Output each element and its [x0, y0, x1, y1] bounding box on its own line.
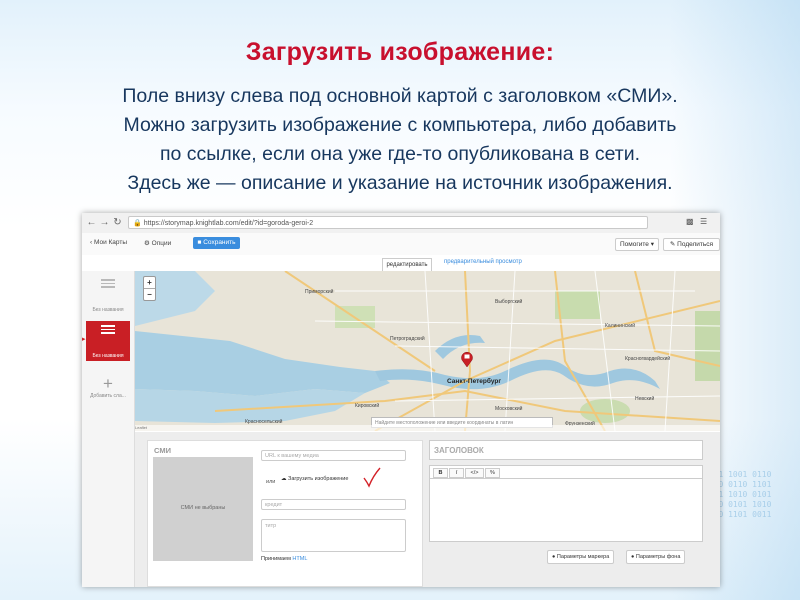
add-slide-label: Добавить сла... — [90, 393, 126, 399]
accepts-prefix: Принимаем — [261, 556, 291, 562]
media-preview-text: СМИ не выбраны — [180, 505, 226, 511]
options-button[interactable]: ⚙ Опции — [144, 239, 171, 247]
save-button[interactable]: ■ Сохранить — [193, 237, 240, 249]
slide-title: Загрузить изображение: — [245, 38, 555, 66]
help-label: Помогите — [620, 241, 649, 248]
my-maps-link[interactable]: ‹ Мои Карты — [90, 239, 127, 246]
map-district-label: Выборгский — [495, 299, 523, 305]
share-label: Поделиться — [677, 241, 714, 248]
media-preview: СМИ не выбраны — [153, 457, 253, 561]
extension-icon[interactable]: ▩ — [686, 217, 694, 226]
map-district-label: Красногвардейский — [625, 356, 671, 362]
slide-editor: СМИ СМИ не выбраны URL к вашему медиа ил… — [135, 432, 720, 587]
media-title: СМИ — [154, 446, 171, 455]
map-district-label: Кировский — [355, 403, 380, 409]
slides-sidebar: Без названия ▸ Без названия + Добавить с… — [82, 271, 135, 587]
map-pin-icon: ● — [552, 554, 556, 560]
options-label: Опции — [151, 240, 172, 247]
text-panel: ЗАГОЛОВОК B I </> % ● Параметры маркера … — [429, 440, 703, 585]
media-credit-input[interactable]: кредит — [261, 499, 406, 510]
background-options-label: Параметры фона — [635, 554, 681, 560]
caret-right-icon: ▸ — [82, 336, 86, 343]
code-button[interactable]: </> — [465, 468, 484, 478]
media-caption-textarea[interactable]: титр — [261, 519, 406, 552]
marker-options-label: Параметры маркера — [556, 554, 610, 560]
map-attribution: Leaflet — [135, 425, 720, 431]
slide-thumbnail-label: Без названия — [92, 353, 124, 359]
map-district-label: Калининский — [605, 323, 635, 329]
heading-input[interactable]: ЗАГОЛОВОК — [429, 440, 703, 460]
tab-preview[interactable]: предварительный просмотр — [444, 259, 522, 265]
paragraph-line: Здесь же — описание и указание на источн… — [127, 172, 673, 194]
map-view[interactable]: + − Приморский Выборгский Калининский Кр… — [135, 271, 720, 431]
or-label: или — [266, 479, 276, 485]
text-lines-icon — [101, 325, 115, 337]
paragraph-line: по ссылке, если она уже где-то опубликов… — [159, 143, 641, 165]
link-button[interactable]: % — [485, 468, 500, 478]
map-tiles — [135, 271, 720, 431]
zoom-out-button[interactable]: − — [144, 288, 155, 300]
save-label: Сохранить — [203, 239, 236, 246]
address-bar[interactable]: 🔒 https://storymap.knightlab.com/edit/?id… — [128, 216, 648, 229]
city-label: Санкт-Петербург — [447, 378, 502, 385]
zoom-controls: + − — [143, 276, 156, 301]
url-text: https://storymap.knightlab.com/edit/?id=… — [143, 220, 314, 227]
menu-icon[interactable]: ☰ — [700, 217, 707, 226]
share-icon: ✎ — [669, 241, 676, 248]
slide-thumbnail-active[interactable]: ▸ Без названия — [82, 321, 130, 361]
arrow-left-icon[interactable]: ← — [86, 217, 97, 228]
paragraph-line: Поле внизу слева под основной картой с з… — [122, 85, 678, 107]
red-checkmark-annotation — [363, 467, 381, 488]
map-district-label: Петроградский — [390, 336, 425, 342]
media-panel: СМИ СМИ не выбраны URL к вашему медиа ил… — [147, 440, 423, 587]
slide-thumbnail[interactable]: Без названия — [86, 275, 130, 315]
html-link[interactable]: HTML — [292, 556, 307, 562]
map-pin-icon: ● — [631, 554, 635, 560]
plus-icon: + — [103, 374, 113, 393]
marker-options-button[interactable]: ● Параметры маркера — [547, 550, 615, 564]
zoom-in-button[interactable]: + — [144, 277, 155, 288]
upload-label: Загрузить изображение — [288, 476, 349, 482]
rich-text-toolbar: B I </> % — [429, 465, 703, 478]
mode-tabs: редактировать предварительный просмотр — [82, 255, 720, 272]
share-button[interactable]: ✎ Поделиться — [663, 238, 720, 251]
map-marker-icon[interactable] — [461, 351, 473, 367]
reload-icon[interactable]: ↻ — [112, 217, 123, 228]
description-editor[interactable] — [429, 478, 703, 542]
tab-edit[interactable]: редактировать — [382, 258, 432, 271]
arrow-right-icon[interactable]: → — [99, 217, 110, 228]
bold-button[interactable]: B — [433, 468, 448, 478]
map-district-label: Приморский — [305, 289, 334, 295]
italic-button[interactable]: I — [449, 468, 464, 478]
cloud-upload-icon: ☁ — [281, 476, 287, 482]
save-icon: ■ — [197, 239, 202, 246]
accepts-html-note: Принимаем HTML — [261, 556, 307, 562]
upload-image-button[interactable]: ☁ Загрузить изображение — [281, 476, 348, 482]
my-maps-label: Мои Карты — [93, 239, 128, 246]
background-options-button[interactable]: ● Параметры фона — [626, 550, 686, 564]
help-dropdown[interactable]: Помогите ▾ — [615, 238, 659, 251]
media-url-input[interactable]: URL к вашему медиа — [261, 450, 406, 461]
screenshot-window: ← → ↻ 🔒 https://storymap.knightlab.com/ed… — [82, 213, 720, 587]
map-district-label: Невский — [635, 396, 655, 402]
app-toolbar: ‹ Мои Карты ⚙ Опции ■ Сохранить Помогите… — [82, 233, 720, 256]
paragraph-line: Можно загрузить изображение с компьютера… — [123, 114, 677, 136]
map-district-label: Московский — [495, 406, 523, 412]
add-slide-button[interactable]: + Добавить сла... — [86, 371, 130, 411]
slide-thumbnail-label: Без названия — [92, 307, 124, 313]
text-lines-icon — [101, 279, 115, 291]
slide-paragraph: Поле внизу слева под основной картой с з… — [20, 82, 780, 198]
browser-chrome: ← → ↻ 🔒 https://storymap.knightlab.com/ed… — [82, 213, 720, 234]
lock-icon: 🔒 — [133, 220, 142, 227]
gear-icon: ⚙ — [144, 240, 150, 247]
